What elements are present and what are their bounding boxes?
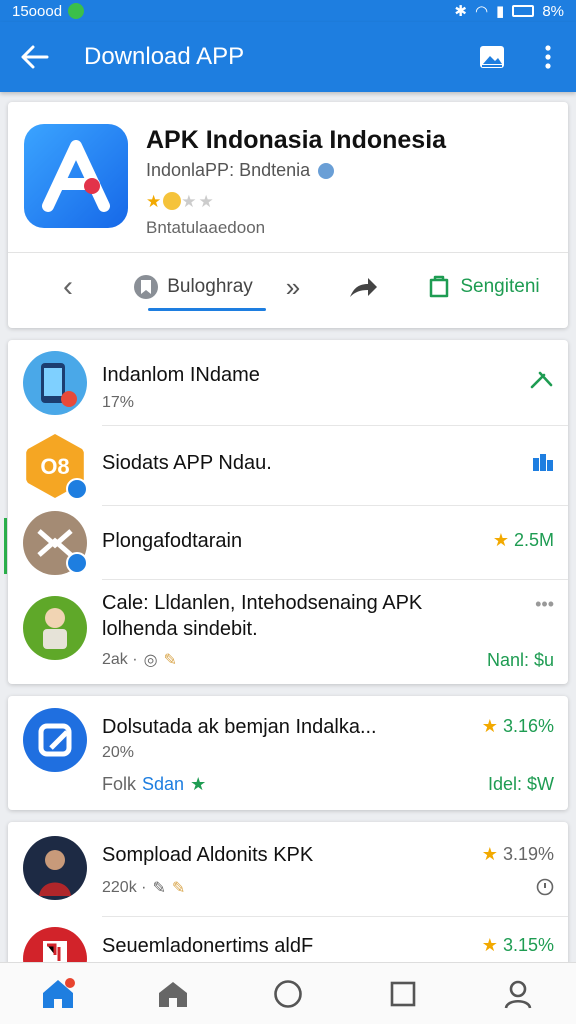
divider [8, 252, 568, 253]
trend-icon[interactable] [530, 370, 554, 395]
item-meta: Folk Sdan ★ [102, 774, 206, 795]
svg-text:O8: O8 [40, 454, 69, 479]
share-icon[interactable] [328, 275, 398, 299]
more-icon[interactable]: ••• [535, 594, 554, 615]
app-name: APK Indonasia Indonesia [146, 126, 447, 154]
app-avatar-icon [23, 351, 87, 415]
developer-name: Bntatulaaedoon [146, 218, 266, 237]
item-metric: 2.5M [513, 530, 554, 550]
notification-icon [68, 3, 85, 19]
star-icon: ★ [481, 716, 498, 736]
item-subtitle: 2ak · [102, 651, 138, 668]
square-icon[interactable] [373, 969, 433, 1019]
item-title: Sompload Aldonits KPK [102, 844, 314, 866]
item-link[interactable]: Sdan [142, 774, 184, 795]
home-icon[interactable] [143, 969, 203, 1019]
list-item[interactable]: Plongafodtarain ★ 2.5M [8, 506, 568, 580]
profile-icon[interactable] [488, 969, 548, 1019]
battery-level: 8% [542, 2, 564, 20]
back-arrow-icon[interactable] [0, 22, 70, 92]
bottom-navigation [0, 962, 576, 1024]
selection-indicator [4, 518, 7, 574]
wifi-icon: ◠ [474, 3, 489, 20]
status-time: 15оооd [12, 2, 63, 20]
item-subtitle: 17% [102, 394, 135, 411]
bluetooth-icon: ✱ [454, 3, 467, 20]
item-price: Nanl: $u [486, 650, 554, 670]
list-item[interactable]: Sompload Aldonits KPK 220k · ✎ ✎ ★ 3.19% [8, 822, 568, 917]
badge-icon [66, 552, 88, 574]
circle-icon[interactable] [258, 969, 318, 1019]
star-icon: ★ [481, 844, 498, 864]
item-meta-text: Folk [102, 774, 137, 794]
image-icon[interactable] [464, 22, 520, 92]
active-tab-indicator [148, 308, 266, 311]
camera-icon: ◎ [143, 652, 158, 669]
item-title: Siodats APP Ndau. [102, 452, 272, 474]
pencil-icon: ✎ [152, 880, 166, 897]
item-title: Cale: Lldanlen, Intehodsenaing APK [102, 592, 423, 614]
forward-icon[interactable]: » [258, 272, 328, 303]
rating-stars: ★ ★★ [146, 192, 216, 211]
previous-icon[interactable]: ‹ [8, 270, 128, 304]
app-avatar-icon [23, 596, 87, 660]
star-icon: ★ [190, 774, 207, 794]
app-avatar-icon [23, 927, 87, 967]
signin-button[interactable]: Sengiteni [398, 274, 568, 300]
app-detail-card: APK Indonasia Indonesia IndonlaPP: Bndte… [8, 102, 568, 328]
item-rating: ★ 2.5M [493, 530, 554, 551]
item-title: Dolsutada ak bemjan Indalka... [102, 716, 377, 738]
item-title: Plongafodtarain [102, 530, 243, 552]
item-meta: 2ak · ◎ ✎ [102, 650, 177, 670]
item-rating: ★ 3.16% [482, 716, 554, 737]
battery-icon [512, 5, 535, 17]
list-item[interactable]: Indanlom INdame 17% [8, 340, 568, 426]
app-list-card: Sompload Aldonits KPK 220k · ✎ ✎ ★ 3.19%… [8, 822, 568, 967]
page-title: Download APP [84, 43, 245, 70]
list-item[interactable]: Dolsutada ak bemjan Indalka... 20% Folk … [8, 696, 568, 810]
item-title: Seuemladonertims aldF [102, 935, 314, 957]
signal-icon: ▮ [496, 3, 505, 20]
chart-icon[interactable] [532, 452, 554, 477]
item-metric: 3.15% [502, 935, 554, 955]
app-list-card: Dolsutada ak bemjan Indalka... 20% Folk … [8, 696, 568, 810]
item-subtitle: 220k · [102, 879, 147, 896]
action-bar: ‹ Buloghray » Sengiteni [8, 260, 568, 314]
tag-icon: ✎ [163, 652, 177, 669]
app-subtitle: IndonlaPP: Bndtenia [146, 160, 335, 181]
item-subtitle: 20% [102, 744, 135, 761]
list-item[interactable]: Cale: Lldanlen, Intehodsenaing APK lolhe… [8, 580, 568, 684]
item-rating: ★ 3.19% [482, 844, 554, 865]
info-icon[interactable] [536, 878, 554, 901]
item-title-line2: lolhenda sindebit. [102, 618, 258, 640]
signin-label: Sengiteni [460, 276, 540, 297]
star-icon: ★ [481, 935, 498, 955]
item-rating: ★ 3.15% [482, 935, 554, 956]
list-item[interactable]: O8 Siodats APP Ndau. [8, 426, 568, 506]
tag-icon: ✎ [171, 880, 186, 897]
list-item[interactable]: Seuemladonertims aldF ★ 3.15% [8, 917, 568, 967]
app-avatar-icon [23, 708, 87, 772]
home-tab-active[interactable] [28, 969, 88, 1019]
item-metric: 3.19% [502, 844, 554, 864]
app-list-card: Indanlom INdame 17% O8 Siodats APP Ndau.… [8, 340, 568, 684]
item-price: Idel: $W [487, 774, 554, 794]
item-title: Indanlom INdame [102, 364, 260, 386]
app-subtitle-text: IndonlaPP: Bndtenia [146, 160, 311, 180]
badge-icon [66, 478, 88, 500]
app-avatar-icon [23, 836, 87, 900]
item-meta: 220k · ✎ ✎ [102, 878, 185, 898]
star-icon: ★ [492, 530, 509, 550]
app-bar: Download APP [0, 22, 576, 92]
more-options-icon[interactable] [520, 22, 576, 92]
app-logo-icon [24, 124, 128, 228]
item-metric: 3.16% [502, 716, 554, 736]
verified-icon [318, 162, 335, 179]
bookmark-button[interactable]: Buloghray [128, 274, 258, 300]
status-bar: 15оооd ✱ ◠ ▮ 8% [0, 0, 576, 22]
bookmark-label: Buloghray [167, 276, 253, 297]
